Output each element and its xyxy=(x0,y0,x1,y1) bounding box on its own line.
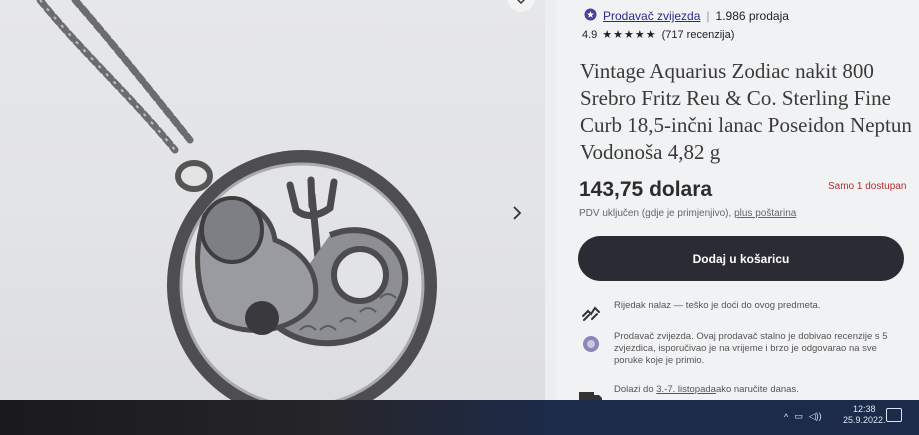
star-badge-icon xyxy=(578,331,604,357)
sales-count: 1.986 prodaja xyxy=(715,9,789,23)
clock-time: 12:38 xyxy=(853,404,876,414)
chevron-up-icon[interactable]: ^ xyxy=(784,412,788,422)
star-seller-badge-icon xyxy=(584,8,597,24)
seller-name-link[interactable]: Prodavač zvijezda xyxy=(603,9,700,23)
feature-star-seller-text: Prodavač zvijezda. Ovaj prodavač stalno … xyxy=(614,331,888,366)
rating-stars: ★★★★★ xyxy=(602,29,657,41)
rating-row[interactable]: 4.9 ★★★★★ (717 recenzija) xyxy=(582,28,735,42)
product-image[interactable] xyxy=(0,0,545,400)
taskbar-clock[interactable]: 12:38 25.9.2022. xyxy=(843,404,886,426)
review-count: (717 recenzija) xyxy=(661,28,735,41)
feature-rare-find: Rijedak nalaz — teško je doći do ovog pr… xyxy=(578,300,820,326)
clock-date: 25.9.2022. xyxy=(843,415,886,425)
rating-value: 4.9 xyxy=(582,28,598,41)
pendant-illustration xyxy=(36,0,437,400)
delivery-date-link[interactable]: 3.-7. listopada xyxy=(656,384,716,395)
battery-icon[interactable]: ▭ xyxy=(794,411,803,422)
product-title: Vintage Aquarius Zodiac nakit 800 Srebro… xyxy=(580,59,912,164)
volume-icon[interactable]: ◁)) xyxy=(809,411,822,422)
separator: | xyxy=(706,9,710,23)
next-image-button[interactable] xyxy=(506,200,528,230)
feature-delivery-text: Dolazi do 3.-7. listopadaako naručite da… xyxy=(614,384,799,396)
delivery-prefix: Dolazi do xyxy=(614,384,654,395)
notification-icon[interactable] xyxy=(886,408,902,422)
availability-label: Samo 1 dostupan xyxy=(828,181,907,192)
shipping-link[interactable]: plus poštarina xyxy=(734,208,796,219)
product-info-panel: Prodavač zvijezda | 1.986 prodaja 4.9 ★★… xyxy=(556,0,919,405)
chevron-right-icon xyxy=(512,205,522,226)
monitor-bezel xyxy=(0,400,556,435)
vat-text: PDV uključen (gdje je primjenjivo), xyxy=(579,208,732,219)
vat-note: PDV uključen (gdje je primjenjivo), plus… xyxy=(579,208,796,219)
add-to-cart-button[interactable]: Dodaj u košaricu xyxy=(578,236,904,281)
seller-row: Prodavač zvijezda | 1.986 prodaja xyxy=(584,8,789,24)
heart-icon xyxy=(514,0,528,9)
system-tray[interactable]: ^ ▭ ◁)) xyxy=(784,411,822,422)
system-taskbar: ^ ▭ ◁)) 12:38 25.9.2022. xyxy=(556,400,919,435)
delivery-suffix: ako naručite danas. xyxy=(715,384,799,395)
feature-star-seller: Prodavač zvijezda. Ovaj prodavač stalno … xyxy=(578,331,904,367)
hands-icon xyxy=(578,300,604,326)
feature-rare-text: Rijedak nalaz — teško je doći do ovog pr… xyxy=(614,300,821,311)
product-price: 143,75 dolara xyxy=(579,178,713,201)
etsy-product-page: Prodavač zvijezda | 1.986 prodaja 4.9 ★★… xyxy=(0,0,919,435)
